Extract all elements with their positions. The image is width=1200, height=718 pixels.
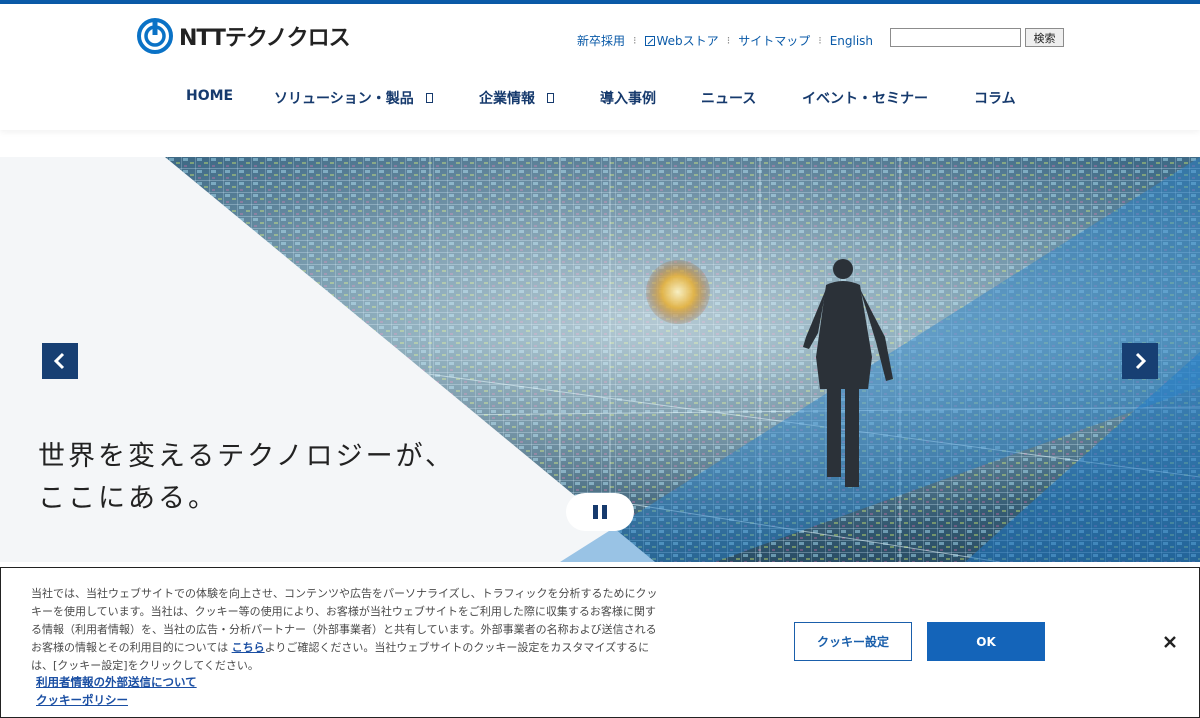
webstore-label: Webストア bbox=[656, 34, 719, 48]
carousel-prev-button[interactable] bbox=[42, 343, 78, 379]
nav-item-solutions[interactable]: ソリューション・製品 bbox=[274, 88, 433, 108]
global-nav: HOME ソリューション・製品 企業情報 導入事例 ニュース イベント・セミナー… bbox=[0, 88, 1200, 110]
close-icon[interactable] bbox=[1160, 632, 1180, 652]
utility-link-webstore[interactable]: Webストア bbox=[644, 32, 719, 49]
utility-links: 新卒採用 ⁝ Webストア ⁝ サイトマップ ⁝ English bbox=[577, 32, 873, 49]
cookie-consent-banner: 当社では、当社ウェブサイトでの体験を向上させ、コンテンツや広告をパーソナライズし… bbox=[0, 567, 1200, 718]
carousel-next-button[interactable] bbox=[1122, 343, 1158, 379]
nav-label: 導入事例 bbox=[600, 91, 656, 107]
separator: ⁝ bbox=[818, 34, 822, 47]
dropdown-icon bbox=[547, 93, 554, 103]
hero-headline: 世界を変えるテクノロジーが、 ここにある。 bbox=[38, 436, 455, 520]
cookie-accept-button[interactable]: OK bbox=[927, 622, 1045, 661]
nav-item-news[interactable]: ニュース bbox=[701, 88, 756, 108]
nav-item-home[interactable]: HOME bbox=[186, 88, 233, 104]
nav-item-events[interactable]: イベント・セミナー bbox=[802, 88, 928, 108]
nav-label: ソリューション・製品 bbox=[274, 91, 414, 107]
nav-item-cases[interactable]: 導入事例 bbox=[600, 88, 656, 108]
utility-link-english[interactable]: English bbox=[830, 34, 873, 48]
cookie-settings-button[interactable]: クッキー設定 bbox=[794, 622, 912, 661]
nav-item-company[interactable]: 企業情報 bbox=[479, 88, 554, 108]
utility-link-recruit[interactable]: 新卒採用 bbox=[577, 32, 625, 49]
separator: ⁝ bbox=[633, 34, 637, 47]
site-logo[interactable]: NTTテクノクロス bbox=[137, 18, 351, 54]
nav-label: HOME bbox=[186, 88, 234, 104]
cookie-details-link[interactable]: こちら bbox=[232, 641, 265, 654]
external-transmission-link[interactable]: 利用者情報の外部送信について bbox=[36, 674, 197, 690]
search-input[interactable] bbox=[890, 28, 1021, 47]
carousel-pause-button[interactable] bbox=[566, 493, 634, 531]
pause-icon-bar bbox=[602, 505, 607, 519]
utility-link-sitemap[interactable]: サイトマップ bbox=[738, 32, 810, 49]
external-link-icon bbox=[644, 36, 655, 46]
cookie-message: 当社では、当社ウェブサイトでの体験を向上させ、コンテンツや広告をパーソナライズし… bbox=[31, 585, 661, 675]
nav-label: イベント・セミナー bbox=[802, 91, 928, 107]
nav-label: コラム bbox=[974, 91, 1016, 107]
pause-icon bbox=[593, 505, 598, 519]
logo-wordmark: NTTテクノクロス bbox=[179, 26, 351, 51]
chevron-right-icon bbox=[1135, 352, 1147, 370]
search-button[interactable]: 検索 bbox=[1025, 28, 1064, 47]
ntt-logo-icon bbox=[137, 18, 173, 54]
hero-headline-line2: ここにある。 bbox=[38, 483, 218, 514]
chevron-left-icon bbox=[53, 352, 65, 370]
hero-headline-line1: 世界を変えるテクノロジーが、 bbox=[38, 441, 456, 472]
separator: ⁝ bbox=[726, 34, 731, 47]
nav-item-column[interactable]: コラム bbox=[974, 88, 1016, 108]
dropdown-icon bbox=[425, 93, 433, 103]
nav-label: ニュース bbox=[701, 91, 757, 107]
nav-label: 企業情報 bbox=[479, 91, 535, 107]
cookie-policy-link[interactable]: クッキーポリシー bbox=[36, 692, 128, 708]
site-header: NTTテクノクロス 新卒採用 ⁝ Webストア ⁝ サイトマップ ⁝ Engli… bbox=[0, 4, 1200, 130]
